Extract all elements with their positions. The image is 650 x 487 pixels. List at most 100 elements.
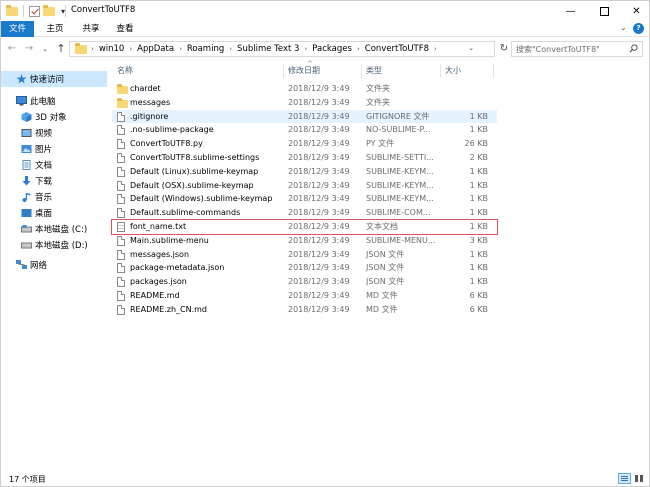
breadcrumb-separator[interactable]: › <box>357 45 360 53</box>
sidebar-item-network[interactable]: 网络 <box>1 257 107 273</box>
video-icon <box>21 129 32 137</box>
maximize-button[interactable] <box>591 1 618 21</box>
breadcrumb-separator[interactable]: › <box>434 45 437 53</box>
file-icon <box>117 180 125 191</box>
details-view-icon[interactable] <box>618 473 631 484</box>
file-row[interactable]: README.md 2018/12/9 3:49 MD 文件 6 KB <box>112 289 497 303</box>
file-row[interactable]: messages.json 2018/12/9 3:49 JSON 文件 1 KB <box>112 248 497 262</box>
file-size <box>442 96 488 110</box>
file-row[interactable]: font_name.txt 2018/12/9 3:49 文本文档 1 KB <box>111 219 498 235</box>
breadcrumb-separator[interactable]: › <box>129 45 132 53</box>
file-row[interactable]: .gitignore 2018/12/9 3:49 GITIGNORE 文件 1 KB <box>112 109 497 124</box>
column-header-date[interactable]: 修改日期 <box>288 62 320 80</box>
sidebar-item-label: 视频 <box>35 129 53 139</box>
recent-locations-icon[interactable]: ⌄ <box>39 42 51 56</box>
sidebar-item-music[interactable]: 音乐 <box>1 189 107 205</box>
sidebar-item-videos[interactable]: 视频 <box>1 125 107 141</box>
sidebar-item-pictures[interactable]: 图片 <box>1 141 107 157</box>
sidebar-item-label: 本地磁盘 (C:) <box>35 225 88 235</box>
file-row[interactable]: messages 2018/12/9 3:49 文件夹 <box>112 96 497 110</box>
column-divider[interactable] <box>440 64 441 78</box>
file-date: 2018/12/9 3:49 <box>288 208 350 218</box>
title-bar: ▾ ConvertToUTF8 — ✕ <box>1 1 649 21</box>
minimize-button[interactable]: — <box>557 1 584 21</box>
help-icon[interactable]: ? <box>633 23 644 34</box>
file-row[interactable]: Default.sublime-commands 2018/12/9 3:49 SU… <box>112 206 497 220</box>
file-row[interactable]: Default (Windows).sublime-keymap 2018/12/… <box>112 192 497 206</box>
column-header-type[interactable]: 类型 <box>366 62 382 80</box>
sidebar-item-downloads[interactable]: 下载 <box>1 173 107 189</box>
tab-file[interactable]: 文件 <box>1 21 34 37</box>
desktop-icon <box>21 209 32 217</box>
sidebar-item-label: 文档 <box>35 161 53 171</box>
file-icon <box>117 235 125 246</box>
breadcrumb-separator[interactable]: › <box>229 45 232 53</box>
breadcrumb-appdata[interactable]: AppData <box>137 44 174 54</box>
file-name: font_name.txt <box>130 222 187 231</box>
address-bar[interactable]: › win10 › AppData › Roaming › Sublime Te… <box>69 41 495 57</box>
file-name: Main.sublime-menu <box>130 235 209 245</box>
sidebar-item-documents[interactable]: 文档 <box>1 157 107 173</box>
file-row[interactable]: Main.sublime-menu 2018/12/9 3:49 SUBLIME-M… <box>112 234 497 248</box>
column-divider[interactable] <box>493 64 494 78</box>
column-divider[interactable] <box>283 64 284 78</box>
close-button[interactable]: ✕ <box>623 1 649 21</box>
quick-access-toolbar: ▾ <box>6 4 68 18</box>
file-row[interactable]: packages.json 2018/12/9 3:49 JSON 文件 1 KB <box>112 275 497 289</box>
forward-icon[interactable]: → <box>23 42 35 56</box>
file-name: package-metadata.json <box>130 263 225 273</box>
address-dropdown-icon[interactable]: ⌄ <box>468 44 474 52</box>
file-row[interactable]: Default (Linux).sublime-keymap 2018/12/9 … <box>112 165 497 179</box>
sidebar-item-label: 快速访问 <box>30 75 65 85</box>
breadcrumb-packages[interactable]: Packages <box>312 44 352 54</box>
file-row[interactable]: chardet 2018/12/9 3:49 文件夹 <box>112 82 497 96</box>
column-header-name[interactable]: 名称 <box>117 62 133 80</box>
breadcrumb-win10[interactable]: win10 <box>99 44 125 54</box>
sidebar-item-this-pc[interactable]: 此电脑 <box>1 93 107 109</box>
large-icons-view-icon[interactable] <box>634 473 646 484</box>
sidebar-item-3d-objects[interactable]: 3D 对象 <box>1 109 107 125</box>
file-date: 2018/12/9 3:49 <box>288 194 350 204</box>
up-icon[interactable]: ↑ <box>55 42 67 56</box>
sidebar-item-quick-access[interactable]: 快速访问 <box>1 71 107 87</box>
refresh-icon[interactable]: ↻ <box>497 41 511 57</box>
breadcrumb-roaming[interactable]: Roaming <box>187 44 224 54</box>
file-date: 2018/12/9 3:49 <box>288 263 350 273</box>
breadcrumb-converttoutf8[interactable]: ConvertToUTF8 <box>365 44 429 54</box>
breadcrumb-separator[interactable]: › <box>179 45 182 53</box>
file-row[interactable]: ConvertToUTF8.py 2018/12/9 3:49 PY 文件 26 KB <box>112 137 497 151</box>
new-folder-icon[interactable] <box>43 4 55 16</box>
music-icon <box>22 193 31 202</box>
sidebar-item-label: 桌面 <box>35 209 53 219</box>
properties-icon[interactable] <box>29 5 40 17</box>
back-icon[interactable]: ← <box>6 42 18 56</box>
file-type: MD 文件 <box>366 291 398 300</box>
expand-ribbon-icon[interactable]: ⌄ <box>620 23 627 32</box>
drive-icon <box>21 225 32 233</box>
sidebar-item-drive-d[interactable]: 本地磁盘 (D:) <box>1 237 107 253</box>
breadcrumb-separator[interactable]: › <box>304 45 307 53</box>
file-row[interactable]: .no-sublime-package 2018/12/9 3:49 NO-SUBL… <box>112 123 497 137</box>
file-icon <box>117 208 125 219</box>
column-headers: ^ 名称 修改日期 类型 大小 <box>112 60 497 80</box>
maximize-icon <box>600 6 609 16</box>
file-row[interactable]: README.zh_CN.md 2018/12/9 3:49 MD 文件 6 KB <box>112 303 497 317</box>
column-header-size[interactable]: 大小 <box>445 62 461 80</box>
file-name: Default (Linux).sublime-keymap <box>130 166 259 176</box>
tab-home[interactable]: 主页 <box>43 21 67 37</box>
customize-toolbar-icon[interactable]: ▾ <box>58 7 68 16</box>
file-size: 1 KB <box>469 194 488 204</box>
column-divider[interactable] <box>361 64 362 78</box>
file-row[interactable]: ConvertToUTF8.sublime-settings 2018/12/9 … <box>112 151 497 165</box>
sidebar-item-desktop[interactable]: 桌面 <box>1 205 107 221</box>
file-row[interactable]: package-metadata.json 2018/12/9 3:49 JSON … <box>112 261 497 275</box>
minimize-icon: — <box>565 5 576 17</box>
tab-share[interactable]: 共享 <box>79 21 103 37</box>
breadcrumb-sublime-text-3[interactable]: Sublime Text 3 <box>237 44 299 54</box>
sidebar-item-drive-c[interactable]: 本地磁盘 (C:) <box>1 221 107 237</box>
file-date: 2018/12/9 3:49 <box>288 249 350 259</box>
folder-icon <box>6 4 18 16</box>
file-row[interactable]: Default (OSX).sublime-keymap 2018/12/9 3:… <box>112 179 497 193</box>
search-input[interactable]: 搜索"ConvertToUTF8" <box>511 41 643 57</box>
tab-view[interactable]: 查看 <box>113 21 137 37</box>
